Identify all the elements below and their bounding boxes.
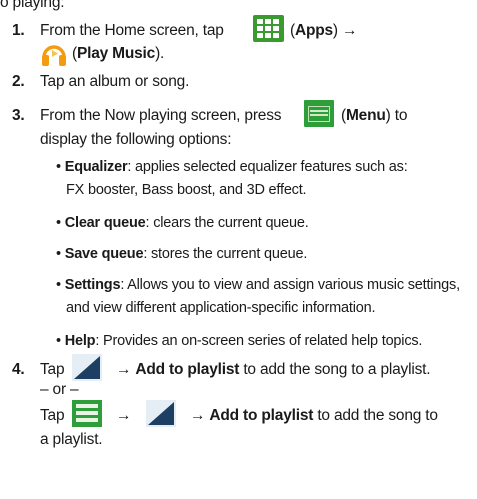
instructions-page: o playing: 1. From the Home screen, tap … [0, 0, 477, 499]
paren-close: ) to [385, 107, 408, 124]
step-3-number: 3. [12, 107, 25, 124]
bullet-help: • Help: Provides an on-screen series of … [56, 333, 423, 349]
bullet-settings-cont: and view different application-specific … [66, 300, 376, 316]
add-to-playlist-label: Add to playlist [135, 361, 240, 378]
step-4-or: – or – [40, 381, 79, 398]
step-1-line2: (Play Music). [72, 44, 164, 64]
step-4-line1: → Add to playlist to add the song to a p… [116, 360, 431, 380]
add-to-playlist-icon [72, 354, 102, 381]
step-4-tap-2: Tap [40, 407, 65, 424]
step-4-tap: Tap [40, 361, 65, 378]
step-1-apps-label: (Apps) → [290, 21, 358, 41]
apps-label: Apps [294, 22, 333, 39]
step-3-line1: From the Now playing screen, press [40, 107, 282, 124]
step-2-number: 2. [12, 73, 25, 90]
step-1-line1: From the Home screen, tap [40, 21, 224, 41]
step-2-text: Tap an album or song. [40, 73, 190, 90]
step-3-line2: display the following options: [40, 131, 232, 148]
arrow: → [116, 407, 132, 424]
add-to-playlist-icon [146, 400, 176, 427]
bullet-settings: • Settings: Allows you to view and assig… [56, 277, 460, 293]
paren-close: ). [155, 45, 165, 62]
step-4-line3: → Add to playlist to add the song to [190, 406, 438, 426]
headphones-icon [42, 45, 66, 66]
list-icon [72, 400, 102, 427]
step-1-text: From the Home screen, tap [40, 22, 224, 39]
arrow: → [190, 407, 206, 424]
step-4-arrow-1: → [116, 406, 132, 426]
paren-close: ) → [332, 22, 358, 39]
apps-grid-icon [253, 15, 284, 42]
bullet-term: Clear queue [64, 215, 146, 231]
bullet-equalizer: • Equalizer: applies selected equalizer … [56, 159, 408, 175]
bullet-equalizer-cont: FX booster, Bass boost, and 3D effect. [66, 182, 307, 198]
bullet-text: : applies selected equalizer features su… [127, 159, 408, 175]
step-4-text: to add the song to [313, 407, 438, 424]
bullet-text: : stores the current queue. [143, 246, 308, 262]
menu-icon [304, 100, 334, 127]
bullet-term: Equalizer [64, 159, 128, 175]
step-4-number: 4. [12, 361, 25, 378]
bullet-text: : clears the current queue. [145, 215, 309, 231]
bullet-text: : Provides an on-screen series of relate… [95, 333, 423, 349]
step-1-number: 1. [12, 22, 25, 39]
bullet-term: Save queue [64, 246, 144, 262]
play-music-label: Play Music [76, 45, 156, 62]
add-to-playlist-label: Add to playlist [209, 407, 314, 424]
bullet-term: Settings [64, 277, 121, 293]
bullet-save-queue: • Save queue: stores the current queue. [56, 246, 308, 262]
bullet-term: Help [64, 333, 96, 349]
bullet-text: : Allows you to view and assign various … [120, 277, 460, 293]
menu-label: Menu [345, 107, 386, 124]
step-4-text: to add the song to a playlist. [239, 361, 431, 378]
bullet-clear-queue: • Clear queue: clears the current queue. [56, 215, 309, 231]
step-3-menu-label: (Menu) to [341, 106, 407, 126]
arrow: → [116, 361, 132, 378]
top-fragment: o playing: [0, 0, 65, 11]
step-4-line4: a playlist. [40, 431, 103, 448]
